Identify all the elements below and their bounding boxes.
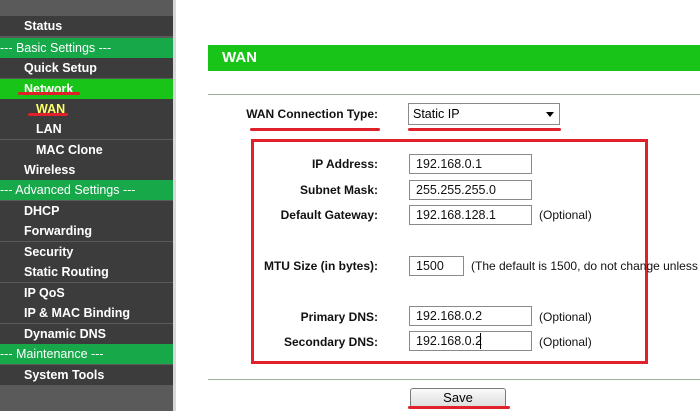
dropdown-arrow-icon[interactable] [546,112,554,117]
select-value: Static IP [413,107,460,121]
sidebar-menu: Status --- Basic Settings --- Quick Setu… [0,0,176,411]
sidebar-item-network[interactable]: Network [0,79,173,99]
default-gateway-field[interactable]: 192.168.128.1 [409,205,532,225]
subnet-mask-field[interactable]: 255.255.255.0 [409,180,532,200]
sidebar-item-label: IP QoS [24,286,65,300]
default-gateway-label: Default Gateway: [280,208,378,222]
annotation-underline-network [18,92,80,95]
section-label: --- Basic Settings --- [0,41,112,55]
ip-address-label: IP Address: [311,157,378,171]
sidebar-item-lan[interactable]: LAN [0,119,173,139]
secondary-dns-label: Secondary DNS: [283,335,378,349]
mtu-size-field[interactable]: 1500 [409,256,464,276]
sidebar-section-advanced-settings[interactable]: --- Advanced Settings --- [0,180,173,200]
save-button[interactable]: Save [410,388,506,408]
mtu-default-note: (The default is 1500, do not change unle… [471,259,698,273]
ip-address-field[interactable]: 192.168.0.1 [409,154,532,174]
sidebar-item-label: System Tools [24,368,105,382]
gateway-optional-note: (Optional) [539,208,592,222]
sidebar-item-label: Static Routing [24,265,109,279]
sidebar-item-label: Security [24,245,74,259]
sidebar-item-label: IP & MAC Binding [24,306,131,320]
sidebar-item-wireless[interactable]: Wireless [0,160,173,180]
wan-connection-type-select[interactable]: Static IP [408,103,560,125]
sidebar-item-security[interactable]: Security [0,242,173,262]
sidebar-item-label: DHCP [24,204,60,218]
sidebar-item-ip-qos[interactable]: IP QoS [0,283,173,303]
secondary-dns-field[interactable]: 192.168.0.2 [409,331,532,351]
sidebar-item-label: Status [24,19,63,33]
subnet-mask-label: Subnet Mask: [299,183,378,197]
sidebar-item-dhcp[interactable]: DHCP [0,201,173,221]
primary-dns-label: Primary DNS: [300,310,378,324]
annotation-underline-wan [28,113,68,116]
page-title: WAN [208,45,700,71]
sidebar-item-label: Wireless [24,163,76,177]
sidebar-item-system-tools[interactable]: System Tools [0,365,173,385]
sidebar-item-ip-mac-binding[interactable]: IP & MAC Binding [0,303,173,323]
sidebar-item-quick-setup[interactable]: Quick Setup [0,58,173,78]
sidebar-section-basic-settings[interactable]: --- Basic Settings --- [0,38,173,58]
sidebar-item-status[interactable]: Status [0,16,173,36]
primary-dns-field[interactable]: 192.168.0.2 [409,306,532,326]
primary-dns-optional-note: (Optional) [539,310,592,324]
sidebar-item-label: Quick Setup [24,61,97,75]
sidebar-item-label: MAC Clone [36,143,103,157]
sidebar-section-maintenance[interactable]: --- Maintenance --- [0,344,173,364]
section-label: --- Advanced Settings --- [0,183,136,197]
divider-top [208,94,700,95]
sidebar-item-mac-clone[interactable]: MAC Clone [0,140,173,160]
sidebar-item-label: Forwarding [24,224,93,238]
annotation-underline-connection-type [250,128,380,131]
annotation-underline-select [408,128,561,131]
text-cursor [480,333,481,349]
annotation-underline-save [408,406,510,409]
section-label: --- Maintenance --- [0,347,104,361]
sidebar-item-dynamic-dns[interactable]: Dynamic DNS [0,324,173,344]
wan-connection-type-label: WAN Connection Type: [246,107,378,121]
sidebar-item-label: Dynamic DNS [24,327,106,341]
mtu-size-label: MTU Size (in bytes): [263,259,378,273]
sidebar-item-static-routing[interactable]: Static Routing [0,262,173,282]
sidebar-item-wan[interactable]: WAN [0,99,173,119]
sidebar-item-label: LAN [36,122,62,136]
sidebar-item-forwarding[interactable]: Forwarding [0,221,173,241]
secondary-dns-optional-note: (Optional) [539,335,592,349]
divider-bottom [208,379,700,380]
